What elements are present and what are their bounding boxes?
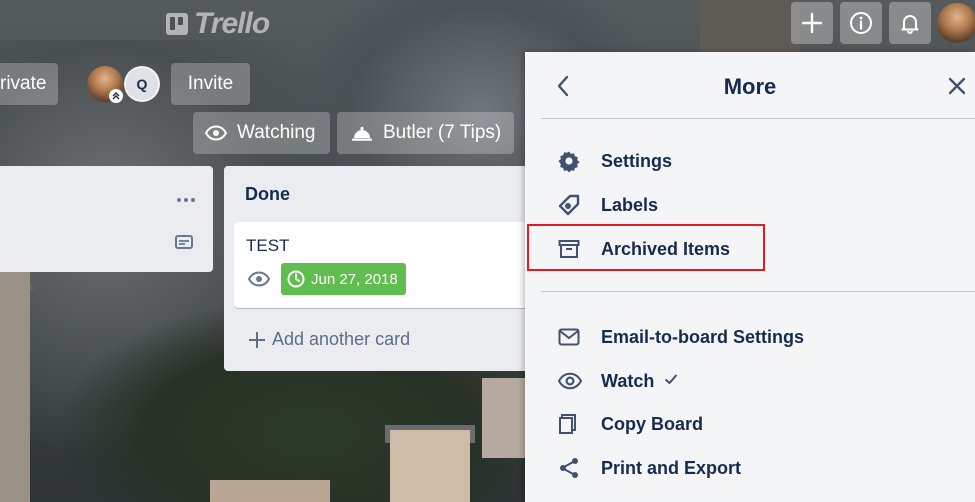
gear-icon: [541, 150, 601, 172]
add-card-label: Add another card: [272, 329, 411, 349]
eye-icon: [205, 125, 227, 141]
menu-item-email-to-board-settings[interactable]: Email-to-board Settings: [541, 319, 961, 355]
clock-icon: [287, 270, 305, 288]
check-icon: [664, 372, 678, 390]
envelope-icon: [541, 328, 601, 346]
archive-icon: [541, 239, 601, 259]
divider: [541, 291, 975, 292]
divider: [541, 118, 975, 119]
visibility-label: rivate: [0, 73, 47, 94]
visibility-button[interactable]: rivate: [0, 63, 58, 105]
plus-icon: [249, 331, 265, 348]
menu-label: Copy Board: [601, 413, 704, 434]
add-button[interactable]: [791, 2, 833, 44]
menu-item-copy-board[interactable]: Copy Board: [541, 406, 961, 442]
admin-badge-icon: [109, 89, 123, 103]
menu-label: Settings: [601, 150, 673, 171]
trello-logo-text: Trello: [194, 7, 270, 40]
plus-icon: [801, 12, 823, 34]
trello-logo-icon: [166, 13, 188, 35]
card-template-icon[interactable]: [174, 233, 194, 256]
menu-label: Print and Export: [601, 457, 742, 478]
menu-label: Archived Items: [601, 238, 731, 259]
due-date-badge[interactable]: Jun 27, 2018: [281, 263, 406, 295]
info-button[interactable]: [840, 2, 882, 44]
add-card-button[interactable]: Add another card: [248, 329, 410, 350]
watching-button[interactable]: Watching: [193, 112, 330, 154]
more-menu-panel: More Settings Labels Archived Items Emai…: [525, 52, 975, 502]
copy-icon: [541, 413, 601, 435]
menu-item-watch[interactable]: Watch: [541, 363, 961, 399]
list-partial: [0, 166, 213, 272]
eye-icon: [541, 372, 601, 390]
card-title: TEST: [246, 236, 290, 255]
butler-label: Butler (7 Tips): [383, 122, 502, 143]
bell-icon: [901, 15, 919, 34]
tag-icon: [541, 194, 601, 216]
menu-item-settings[interactable]: Settings: [541, 143, 961, 179]
member-avatar-initial[interactable]: Q: [124, 66, 160, 102]
info-icon: [850, 12, 872, 34]
list-done: Done TEST Jun 27, 2018 Add another card: [224, 166, 536, 371]
invite-label: Invite: [187, 73, 234, 94]
close-button[interactable]: [943, 72, 971, 100]
share-icon: [541, 457, 601, 479]
notifications-button[interactable]: [889, 2, 931, 44]
menu-item-labels[interactable]: Labels: [541, 187, 961, 223]
butler-bell-icon: [352, 126, 372, 141]
trello-logo[interactable]: Trello: [166, 7, 270, 40]
menu-label: Watch: [601, 370, 655, 391]
user-avatar[interactable]: [937, 3, 975, 43]
menu-item-archived-items[interactable]: Archived Items: [541, 231, 961, 267]
watch-eye-icon: [247, 271, 271, 292]
card[interactable]: TEST Jun 27, 2018: [234, 222, 534, 308]
panel-title: More: [723, 74, 777, 99]
butler-button[interactable]: Butler (7 Tips): [337, 112, 514, 154]
watching-label: Watching: [237, 122, 316, 143]
due-date-label: Jun 27, 2018: [311, 270, 398, 288]
list-menu-icon[interactable]: [176, 190, 196, 208]
close-icon: [948, 77, 966, 95]
list-title[interactable]: Done: [245, 184, 290, 205]
menu-item-print-and-export[interactable]: Print and Export: [541, 450, 961, 486]
menu-label: Email-to-board Settings: [601, 326, 805, 347]
menu-label: Labels: [601, 194, 659, 215]
invite-button[interactable]: Invite: [171, 63, 250, 105]
